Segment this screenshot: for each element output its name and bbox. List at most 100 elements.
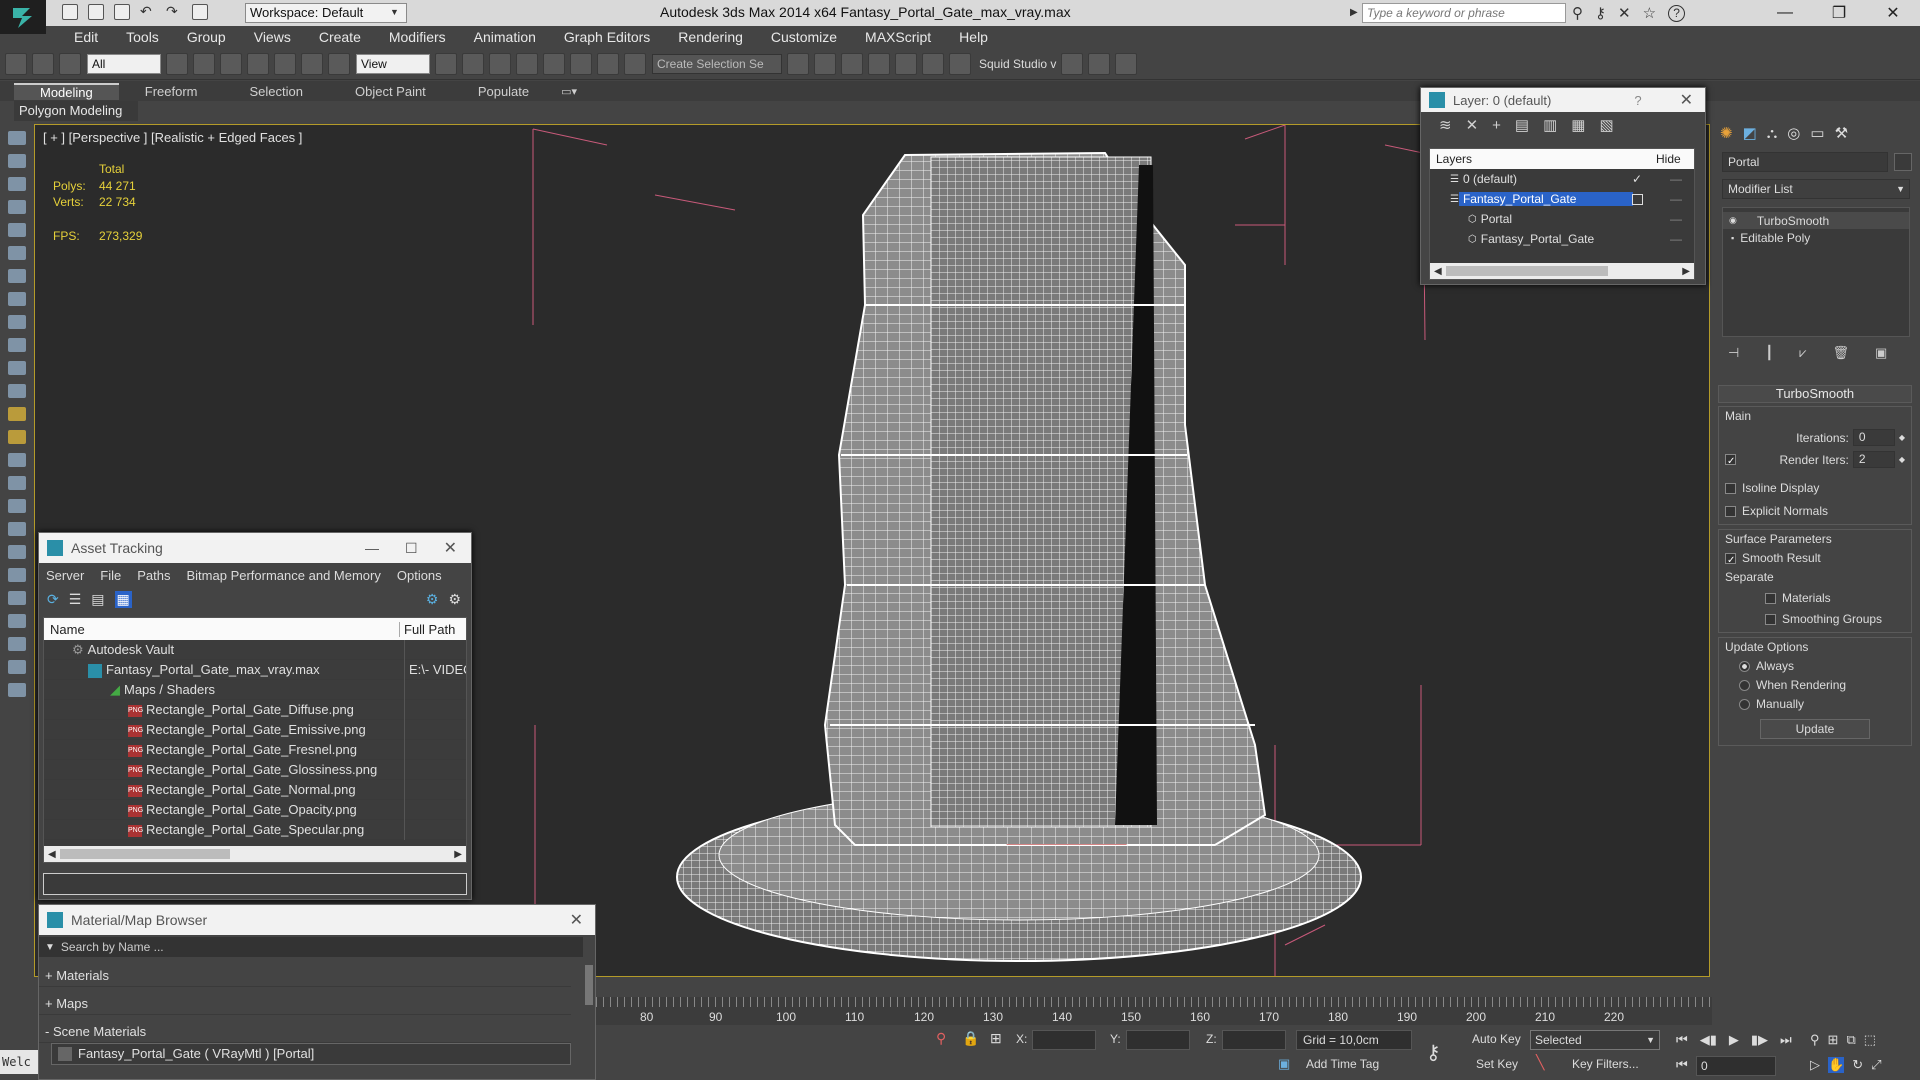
maxscript-listener-field[interactable]: Welc (0, 1050, 38, 1074)
scroll-left-icon[interactable]: ◀ (1430, 266, 1446, 277)
bind-space-warp-icon[interactable] (59, 52, 81, 75)
unlink-icon[interactable] (32, 52, 54, 75)
material-scrollbar[interactable] (585, 965, 593, 1005)
key-mode-toggle-icon[interactable]: ⏮ (1676, 1057, 1688, 1073)
update-button[interactable]: Update (1760, 719, 1870, 739)
x-coordinate-field[interactable] (1032, 1030, 1096, 1050)
scene-material-item[interactable]: Fantasy_Portal_Gate ( VRayMtl ) [Portal] (51, 1043, 571, 1065)
menu-graph-editors[interactable]: Graph Editors (564, 29, 650, 45)
asset-menu-server[interactable]: Server (46, 568, 84, 583)
material-browser-close-button[interactable]: ✕ (570, 910, 583, 930)
infocenter-search-input[interactable]: Type a keyword or phrase (1362, 3, 1566, 23)
isolate-selection-icon[interactable]: ⚲ (936, 1030, 946, 1047)
configure-modifier-sets-icon[interactable]: ▣ (1875, 345, 1887, 361)
menu-create[interactable]: Create (319, 29, 361, 45)
asset-menu-paths[interactable]: Paths (137, 568, 170, 583)
select-by-name-icon[interactable] (193, 52, 215, 75)
layer-window-close-button[interactable]: ✕ (1680, 90, 1693, 110)
delete-layer-icon[interactable]: ✕ (1466, 116, 1479, 134)
active-layer-check-icon[interactable]: ✓ (1632, 172, 1642, 186)
scroll-thumb[interactable] (59, 849, 230, 859)
menu-maxscript[interactable]: MAXScript (865, 29, 931, 45)
z-coordinate-field[interactable] (1222, 1030, 1286, 1050)
cloth-icon[interactable] (8, 568, 26, 582)
exchange-icon[interactable]: ✕ (1618, 4, 1631, 22)
display-tab-icon[interactable]: ▭ (1810, 124, 1824, 142)
max-file-row[interactable]: Fantasy_Portal_Gate_max_vray.max E:\- VI… (44, 660, 466, 680)
key-icon[interactable]: ⚷ (1595, 4, 1606, 22)
scroll-left-icon[interactable]: ◀ (44, 849, 60, 860)
maximize-viewport-icon[interactable]: ⤢ (1871, 1057, 1881, 1073)
particles-icon[interactable] (8, 545, 26, 559)
menu-modifiers[interactable]: Modifiers (389, 29, 446, 45)
key-mode-icon[interactable]: ╲ (1536, 1054, 1544, 1071)
tab-modeling[interactable]: Modeling (14, 82, 119, 100)
key-filters-button[interactable]: Key Filters... (1572, 1057, 1639, 1071)
helper-icon[interactable] (8, 453, 26, 467)
pan-icon[interactable]: ✋ (1828, 1057, 1845, 1073)
tab-selection[interactable]: Selection (224, 84, 329, 99)
set-current-layer-icon[interactable] (1632, 193, 1643, 205)
y-coordinate-field[interactable] (1126, 1030, 1190, 1050)
help-icon[interactable]: ? (1668, 4, 1686, 22)
pivot-center-icon[interactable] (435, 52, 457, 75)
time-tag-icon[interactable]: ▣ (1278, 1056, 1290, 1072)
track-bar[interactable]: 80 90 100 110 120 130 140 150 160 170 18… (596, 997, 1712, 1025)
asset-horizontal-scrollbar[interactable]: ◀ ▶ (44, 846, 466, 862)
utilities-tab-icon[interactable]: ⚒ (1835, 124, 1848, 142)
map-row[interactable]: PNG Rectangle_Portal_Gate_Glossiness.png (44, 760, 466, 780)
asset-maximize-button[interactable]: ☐ (405, 540, 418, 557)
box-tool-icon[interactable] (8, 154, 26, 168)
light-icon[interactable] (8, 407, 26, 421)
spacewarp-icon[interactable] (8, 476, 26, 490)
menu-views[interactable]: Views (254, 29, 291, 45)
create-tab-icon[interactable]: ✺ (1720, 124, 1733, 142)
update-always-radio[interactable] (1739, 661, 1750, 673)
binoculars-icon[interactable]: ⚲ (1572, 4, 1583, 22)
undo-icon[interactable]: ↶ (140, 4, 156, 20)
globe-icon[interactable] (8, 614, 26, 628)
full-path-column-header[interactable]: Full Path (400, 622, 455, 637)
layers-column-header[interactable]: Layers (1430, 152, 1656, 166)
menu-tools[interactable]: Tools (126, 29, 159, 45)
modifier-list-dropdown[interactable]: Modifier List ▼ (1722, 179, 1910, 199)
window-crossing-icon[interactable] (247, 52, 269, 75)
next-frame-icon[interactable]: ▮▶ (1751, 1032, 1768, 1048)
map-row[interactable]: PNG Rectangle_Portal_Gate_Normal.png (44, 780, 466, 800)
restore-button[interactable]: ❐ (1816, 0, 1862, 26)
favorites-star-icon[interactable]: ☆ (1643, 4, 1656, 22)
bone-tool-icon[interactable] (8, 223, 26, 237)
render-icon[interactable] (8, 637, 26, 651)
render-setup-icon[interactable] (1061, 52, 1084, 75)
snaps-toggle-icon[interactable] (516, 52, 538, 75)
selection-filter-dropdown[interactable]: All (87, 53, 161, 74)
link-tool-icon[interactable] (8, 269, 26, 283)
angle-snap-icon[interactable] (543, 52, 565, 75)
open-file-icon[interactable] (88, 4, 104, 20)
maps-folder-row[interactable]: ◢ Maps / Shaders (44, 680, 466, 700)
map-row[interactable]: PNG Rectangle_Portal_Gate_Diffuse.png (44, 700, 466, 720)
layer-window-help-icon[interactable]: ? (1634, 93, 1641, 108)
curve-editor-icon[interactable] (895, 52, 917, 75)
teapot-icon[interactable] (8, 430, 26, 444)
select-tool-icon[interactable] (8, 131, 26, 145)
freeze-all-layers-icon[interactable]: ▧ (1599, 116, 1613, 134)
graphite-toolbox-icon[interactable] (868, 52, 890, 75)
render-iters-checkbox[interactable] (1725, 454, 1736, 465)
hierarchy-tool-icon[interactable] (8, 292, 26, 306)
search-expand-icon[interactable]: ▶ (1350, 7, 1358, 18)
vault-options-icon[interactable]: ⚙ (448, 591, 461, 608)
render-iters-spinner[interactable]: 2 (1852, 451, 1895, 468)
current-frame-field[interactable]: 0 (1696, 1056, 1776, 1076)
hide-toggle-icon[interactable]: — (1670, 232, 1682, 246)
layer-window-titlebar[interactable]: Layer: 0 (default) ? ✕ (1421, 88, 1705, 112)
set-key-icon[interactable]: ⚷ (1426, 1040, 1441, 1065)
asset-status-field[interactable] (43, 873, 467, 895)
grid-tool-icon[interactable] (8, 200, 26, 214)
hide-toggle-icon[interactable]: — (1670, 172, 1682, 186)
save-file-icon[interactable] (114, 4, 130, 20)
cylinder-primitive-icon[interactable] (8, 338, 26, 352)
smooth-result-checkbox[interactable] (1725, 553, 1736, 565)
spinner-snap-icon[interactable] (597, 52, 619, 75)
named-selection-sets-dropdown[interactable]: Create Selection Se (652, 53, 782, 74)
